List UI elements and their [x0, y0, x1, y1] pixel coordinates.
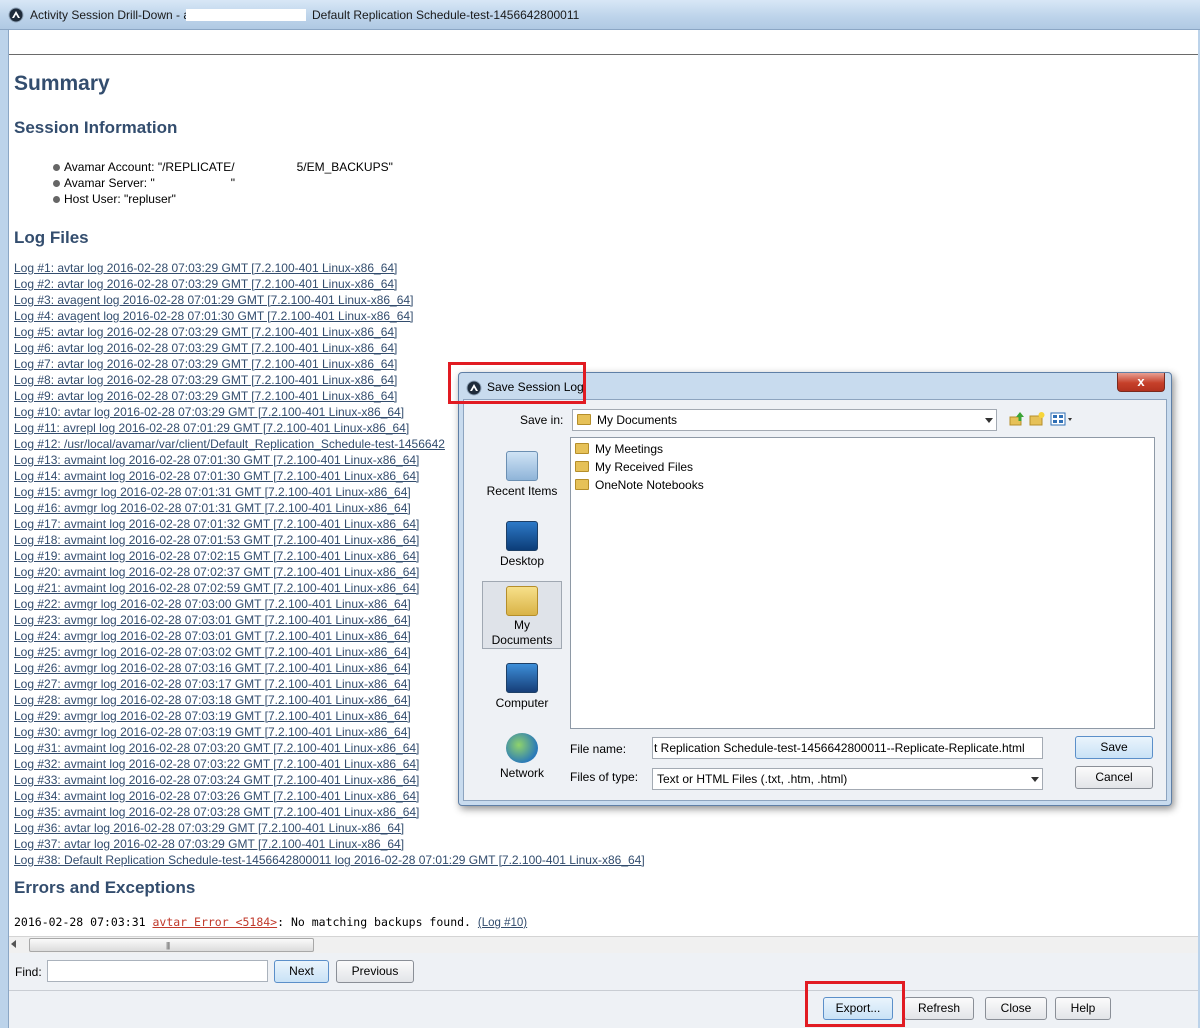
- find-bar: Find: Next Previous: [9, 953, 1198, 991]
- place-computer[interactable]: Computer: [482, 659, 562, 723]
- log-link[interactable]: Log #38: Default Replication Schedule-te…: [14, 852, 645, 868]
- log-link[interactable]: Log #35: avmaint log 2016-02-28 07:03:28…: [14, 804, 645, 820]
- refresh-button[interactable]: Refresh: [904, 997, 974, 1020]
- window-title-bar[interactable]: Activity Session Drill-Down - a Default …: [0, 0, 1200, 30]
- folder-icon: [575, 479, 589, 490]
- new-folder-icon[interactable]: [1029, 411, 1045, 427]
- file-name-input[interactable]: t Replication Schedule-test-145664280001…: [652, 737, 1043, 759]
- error-log-link[interactable]: (Log #10): [478, 917, 527, 929]
- file-list[interactable]: My Meetings My Received Files OneNote No…: [570, 437, 1155, 729]
- avamar-app-icon: [8, 7, 24, 23]
- dialog-body: Save in: My Documents Recent Items Deskt…: [463, 399, 1167, 801]
- log-link[interactable]: Log #5: avtar log 2016-02-28 07:03:29 GM…: [14, 324, 645, 340]
- errors-heading: Errors and Exceptions: [14, 878, 196, 897]
- log-link[interactable]: Log #6: avtar log 2016-02-28 07:03:29 GM…: [14, 340, 645, 356]
- view-menu-icon[interactable]: [1050, 411, 1074, 427]
- session-information-heading: Session Information: [14, 118, 178, 137]
- close-button[interactable]: Close: [985, 997, 1047, 1020]
- file-name-label: File name:: [570, 742, 627, 756]
- log-link[interactable]: Log #4: avagent log 2016-02-28 07:01:30 …: [14, 308, 645, 324]
- save-in-select[interactable]: My Documents: [572, 409, 997, 431]
- redacted-block: [186, 9, 306, 21]
- summary-heading: Summary: [14, 72, 110, 95]
- dialog-close-icon[interactable]: x: [1117, 373, 1165, 392]
- folder-icon: [577, 414, 591, 425]
- cancel-button[interactable]: Cancel: [1075, 766, 1153, 789]
- folder-icon: [575, 461, 589, 472]
- places-bar: Recent Items Desktop My Documents Comput…: [470, 437, 562, 791]
- window-frame-left: [0, 30, 9, 1028]
- list-item: Avamar Server: " ": [53, 175, 393, 191]
- list-item: Avamar Account: "/REPLICATE/5/EM_BACKUPS…: [53, 159, 393, 175]
- window-title-suffix: Default Replication Schedule-test-145664…: [312, 8, 580, 22]
- session-info-list: Avamar Account: "/REPLICATE/5/EM_BACKUPS…: [53, 159, 393, 207]
- desktop-icon: [506, 521, 538, 551]
- log-link[interactable]: Log #37: avtar log 2016-02-28 07:03:29 G…: [14, 836, 645, 852]
- place-my-documents[interactable]: My Documents: [482, 581, 562, 649]
- list-item[interactable]: My Meetings: [575, 440, 663, 458]
- chevron-down-icon: [985, 418, 993, 423]
- list-item[interactable]: My Received Files: [575, 458, 693, 476]
- save-session-log-dialog[interactable]: Save Session Log x Save in: My Documents…: [458, 372, 1172, 806]
- folder-icon: [575, 443, 589, 454]
- files-of-type-select[interactable]: Text or HTML Files (.txt, .htm, .html): [652, 768, 1043, 790]
- horizontal-scrollbar[interactable]: |||: [9, 936, 1198, 953]
- log-link[interactable]: Log #2: avtar log 2016-02-28 07:03:29 GM…: [14, 276, 645, 292]
- log-link[interactable]: Log #1: avtar log 2016-02-28 07:03:29 GM…: [14, 260, 645, 276]
- network-globe-icon: [506, 733, 538, 763]
- dialog-title-highlight-box: [448, 362, 586, 404]
- chevron-down-icon: [1031, 777, 1039, 782]
- save-button[interactable]: Save: [1075, 736, 1153, 759]
- help-button[interactable]: Help: [1055, 997, 1111, 1020]
- export-highlight-box: [805, 981, 905, 1027]
- log-files-heading: Log Files: [14, 228, 89, 247]
- error-entry: 2016-02-28 07:03:31 avtar Error <5184>: …: [14, 915, 527, 929]
- my-documents-icon: [506, 586, 538, 616]
- recent-items-icon: [506, 451, 538, 481]
- up-folder-icon[interactable]: [1009, 411, 1025, 427]
- previous-button[interactable]: Previous: [336, 960, 414, 983]
- list-item[interactable]: OneNote Notebooks: [575, 476, 704, 494]
- next-button[interactable]: Next: [274, 960, 329, 983]
- place-desktop[interactable]: Desktop: [482, 517, 562, 581]
- error-timestamp: 2016-02-28 07:03:31: [14, 915, 153, 929]
- log-link[interactable]: Log #36: avtar log 2016-02-28 07:03:29 G…: [14, 820, 645, 836]
- list-item: Host User: "repluser": [53, 191, 393, 207]
- place-network[interactable]: Network: [482, 729, 562, 793]
- save-in-label: Save in:: [520, 413, 564, 427]
- footer-bar: Export... Refresh Close Help: [9, 991, 1198, 1028]
- grip-icon: |||: [166, 941, 170, 950]
- error-message: : No matching backups found.: [277, 915, 478, 929]
- divider: [9, 54, 1198, 55]
- find-label: Find:: [15, 965, 42, 979]
- scroll-left-arrow-icon[interactable]: [11, 940, 16, 948]
- scrollbar-thumb[interactable]: |||: [29, 938, 314, 952]
- window-title-prefix: Activity Session Drill-Down - a: [30, 8, 191, 22]
- find-input[interactable]: [47, 960, 268, 982]
- log-link[interactable]: Log #3: avagent log 2016-02-28 07:01:29 …: [14, 292, 645, 308]
- computer-icon: [506, 663, 538, 693]
- error-link[interactable]: avtar Error <5184>: [152, 915, 277, 929]
- place-recent-items[interactable]: Recent Items: [482, 447, 562, 511]
- files-of-type-label: Files of type:: [570, 770, 639, 784]
